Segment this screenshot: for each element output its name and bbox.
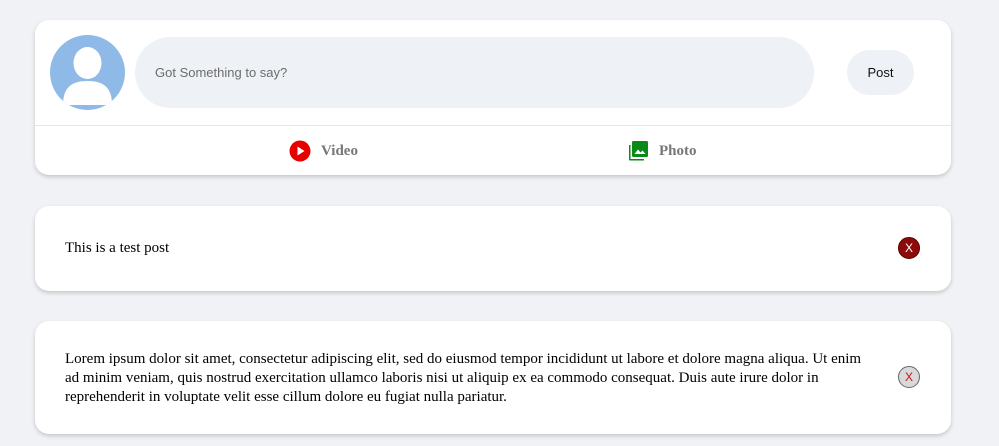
delete-post-button[interactable]: X — [898, 237, 920, 259]
post-text-input[interactable] — [135, 37, 814, 108]
delete-post-button[interactable]: X — [898, 366, 920, 388]
video-label: Video — [321, 142, 358, 159]
photo-label: Photo — [659, 142, 697, 159]
post-button[interactable]: Post — [847, 50, 914, 95]
post-card: This is a test post X — [35, 206, 951, 291]
post-card: Lorem ipsum dolor sit amet, consectetur … — [35, 321, 951, 434]
post-text: Lorem ipsum dolor sit amet, consectetur … — [65, 351, 862, 405]
photo-library-icon — [626, 139, 650, 163]
play-circle-icon — [288, 139, 312, 163]
avatar — [50, 35, 125, 110]
composer-top-row: Post — [35, 20, 951, 126]
post-text: This is a test post — [65, 240, 170, 256]
user-silhouette-icon — [63, 47, 112, 105]
photo-option[interactable]: Photo — [626, 138, 697, 164]
video-option[interactable]: Video — [288, 138, 358, 164]
post-composer: Post Video Photo — [35, 20, 951, 175]
